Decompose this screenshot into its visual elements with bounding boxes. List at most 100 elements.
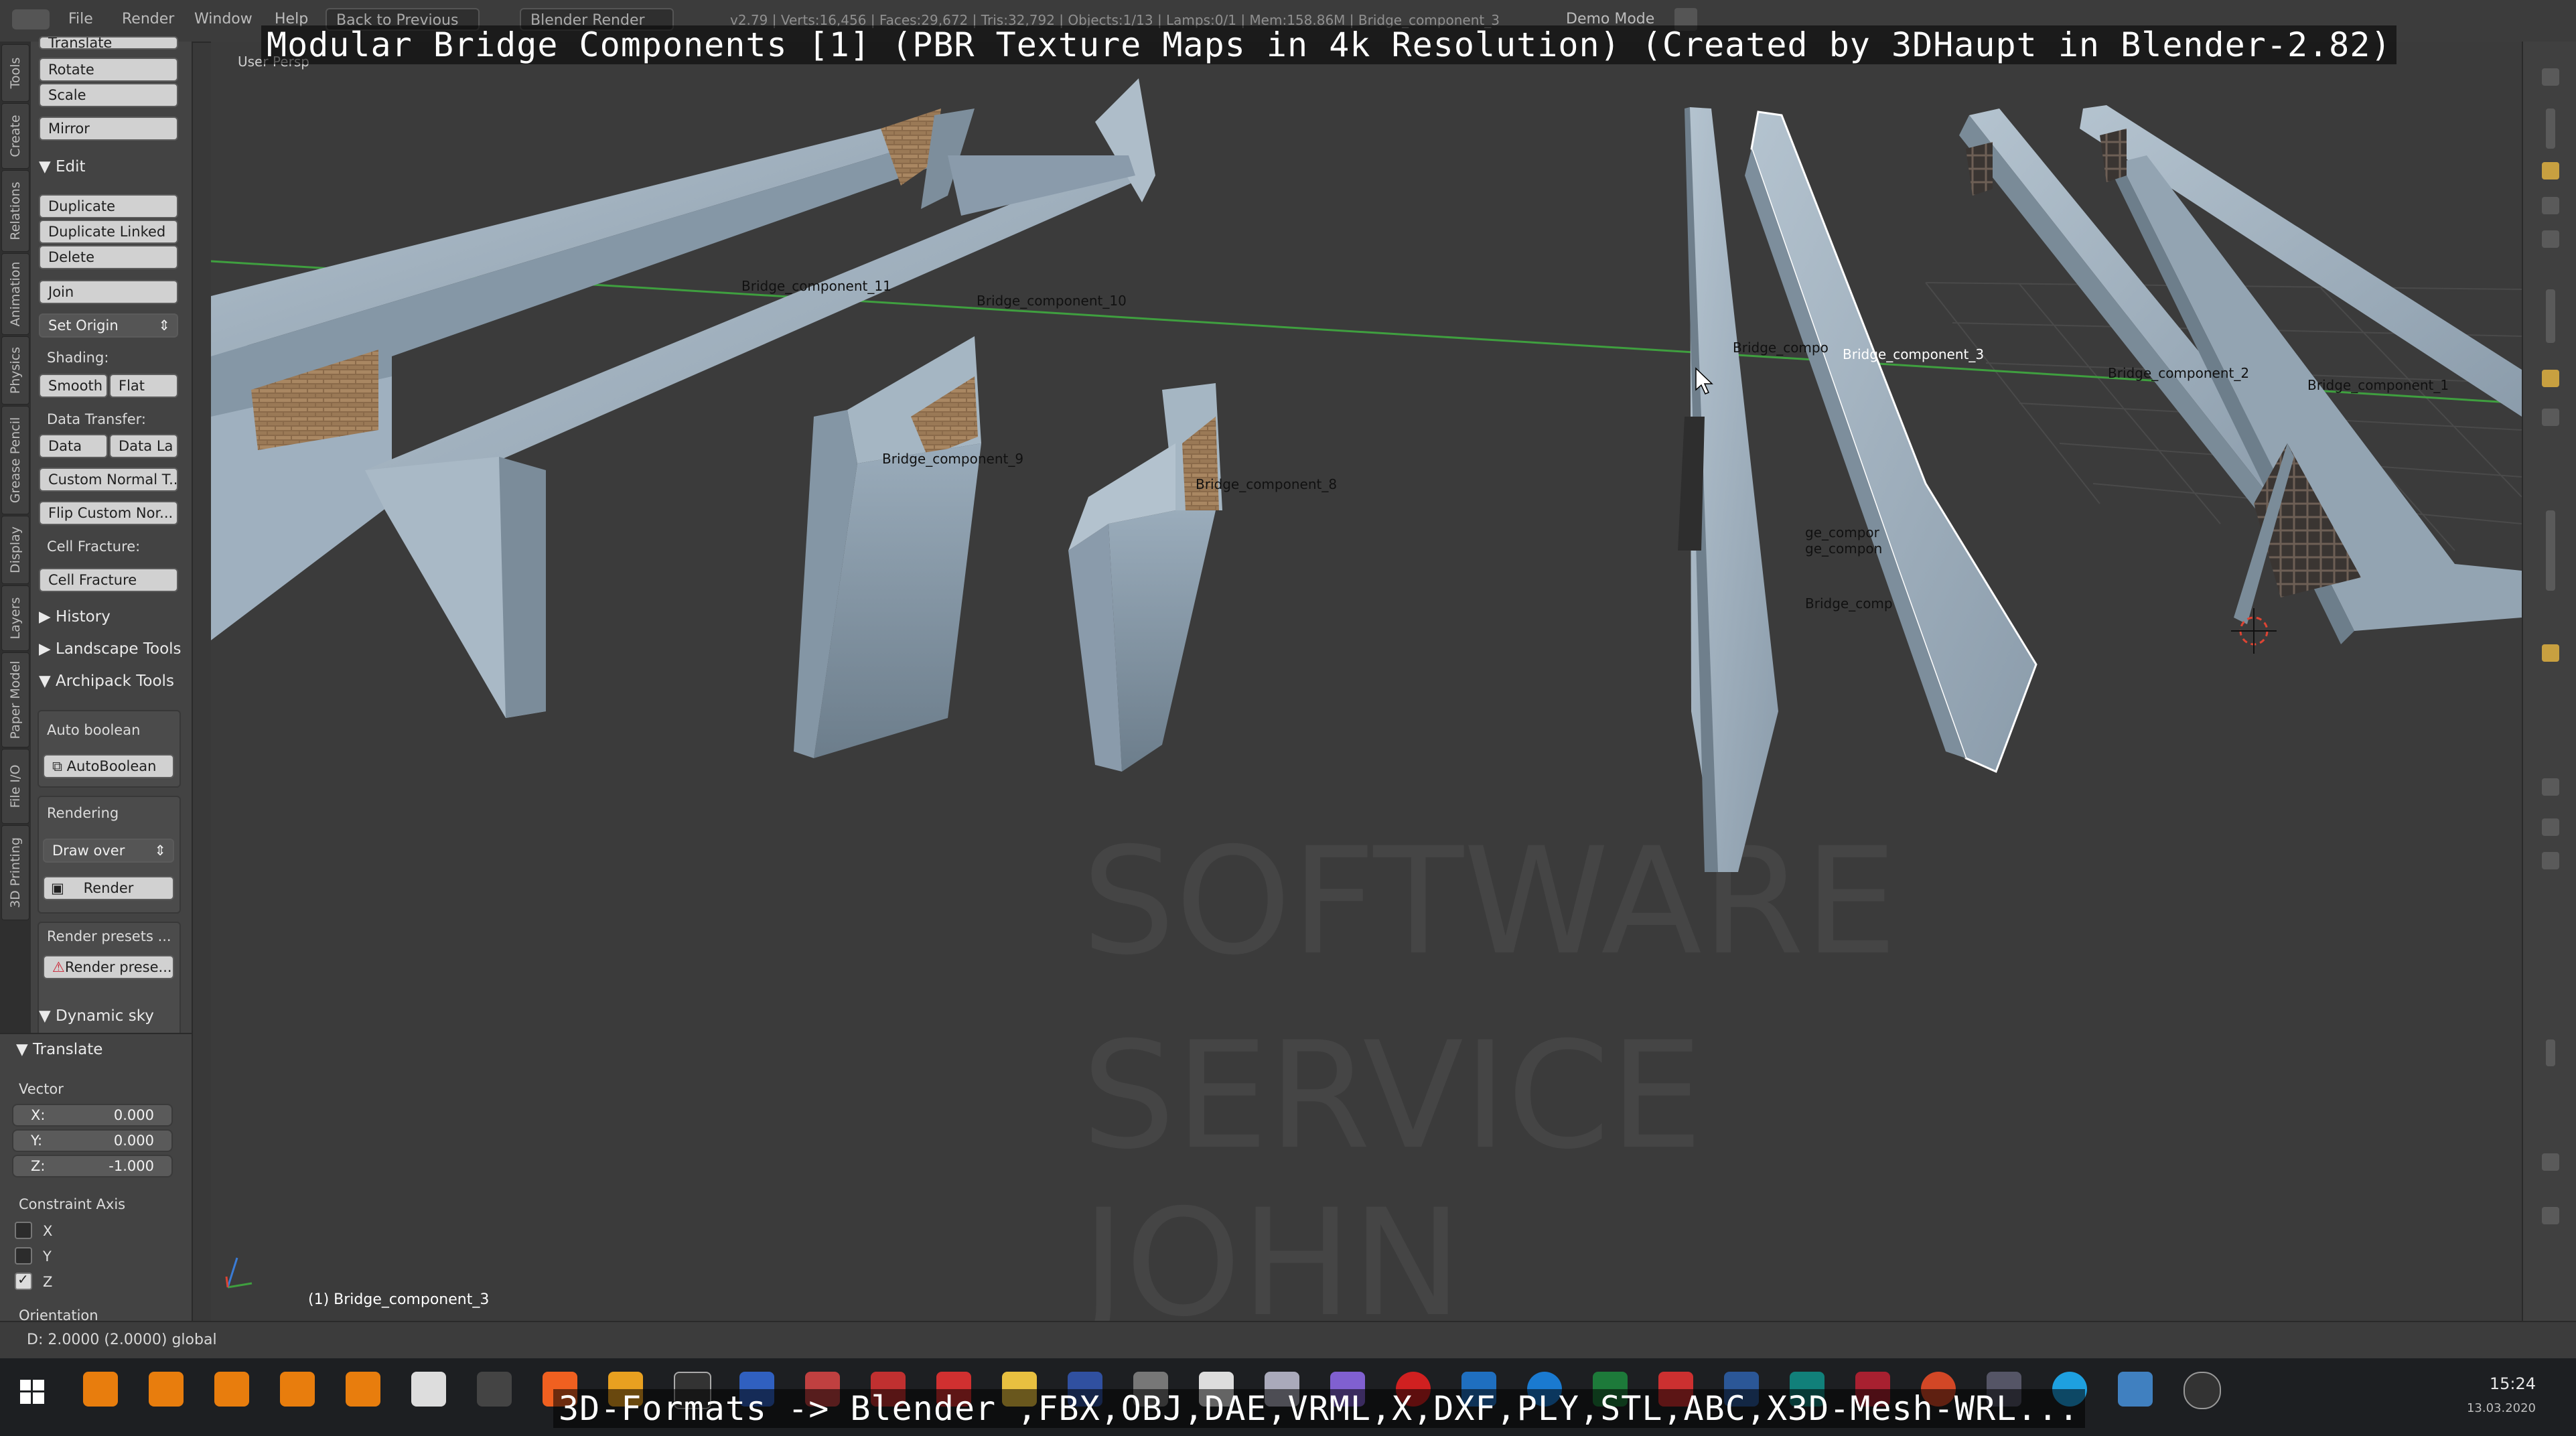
constraint-y-label: Y (43, 1248, 52, 1265)
dynamic-sky-header[interactable]: ▼ Dynamic sky (39, 1007, 154, 1025)
blender-app-icon[interactable] (83, 1372, 118, 1407)
data-button[interactable]: Data (39, 434, 108, 458)
app-icon-33[interactable] (2184, 1372, 2221, 1409)
constraint-axis-label: Constraint Axis (19, 1196, 126, 1212)
flat-button[interactable]: Flat (109, 374, 178, 398)
landscape-tools-header[interactable]: ▶ Landscape Tools (39, 640, 182, 658)
blender-app-icon-5[interactable] (346, 1372, 380, 1407)
object-icon[interactable] (2542, 162, 2559, 180)
video-footer-overlay: 3D-Formats -> Blender ,FBX,OBJ,DAE,VRML,… (553, 1389, 2085, 1428)
tab-physics[interactable]: Physics (1, 336, 29, 405)
world-icon[interactable] (2542, 778, 2559, 796)
scrollbar-handle-4[interactable] (2546, 1039, 2555, 1066)
label-bridge-component-3: Bridge_component_3 (1843, 346, 1984, 362)
editor-type-icon[interactable] (12, 9, 50, 29)
autoboolean-button[interactable]: ⧉ AutoBoolean (43, 754, 174, 778)
watermark: SOFTWARE SERVICE JOHN (1074, 816, 1898, 1321)
menu-file[interactable]: File (68, 11, 93, 27)
render-presets-label: Render presets ... (47, 928, 171, 944)
tab-paper-model[interactable]: Paper Model (1, 652, 29, 747)
scrollbar-handle-2[interactable] (2546, 289, 2555, 343)
tab-tools[interactable]: Tools (1, 44, 29, 102)
tab-layers[interactable]: Layers (1, 585, 29, 651)
scrollbar-handle[interactable] (2546, 109, 2555, 149)
cell-fracture-button[interactable]: Cell Fracture (39, 568, 178, 592)
constraint-y-checkbox[interactable] (15, 1247, 32, 1265)
app-icon-32[interactable] (2118, 1372, 2153, 1407)
move-view-icon[interactable] (2542, 1207, 2559, 1224)
3d-viewport[interactable]: SOFTWARE SERVICE JOHN Bridge_component_1… (211, 42, 2522, 1321)
tab-grease-pencil[interactable]: Grease Pencil (1, 406, 29, 514)
system-clock[interactable]: 15:24 13.03.2020 (2467, 1374, 2536, 1415)
render-button[interactable]: ▣ Render (43, 876, 174, 900)
mirror-button[interactable]: Mirror (39, 117, 178, 141)
render-presets-button[interactable]: ⚠Render prese... (43, 955, 174, 979)
label-bridge-component-1: Bridge_component_1 (2307, 377, 2449, 393)
label-bridge-component-11: Bridge_component_11 (741, 278, 891, 294)
join-button[interactable]: Join (39, 280, 178, 304)
right-navigation-bar (2522, 42, 2576, 1321)
history-panel-header[interactable]: ▶ History (39, 608, 111, 626)
lamp-icon[interactable] (2542, 370, 2559, 387)
scene-icon[interactable] (2542, 852, 2559, 869)
duplicate-button[interactable]: Duplicate (39, 194, 178, 218)
set-origin-select[interactable]: Set Origin ⇕ (39, 313, 178, 338)
tab-relations[interactable]: Relations (1, 170, 29, 252)
label-bridge-component-8: Bridge_component_8 (1196, 476, 1337, 492)
blender-app-icon-4[interactable] (280, 1372, 315, 1407)
tab-create[interactable]: Create (1, 103, 29, 169)
camera-icon: ▣ (51, 880, 64, 896)
duplicate-linked-button[interactable]: Duplicate Linked (39, 220, 178, 244)
bridge-component-8 (1068, 383, 1222, 772)
scale-button[interactable]: Scale (39, 83, 178, 107)
mesh-icon[interactable] (2542, 197, 2559, 214)
edit-panel-header[interactable]: ▼ Edit (39, 158, 86, 175)
operator-header[interactable]: ▼ Translate (16, 1041, 102, 1058)
constraint-x-checkbox[interactable] (15, 1222, 32, 1239)
custom-normal-button[interactable]: Custom Normal T... (39, 468, 178, 492)
clock-date: 13.03.2020 (2466, 1401, 2536, 1415)
blender-app-icon-2[interactable] (149, 1372, 184, 1407)
rotate-button[interactable]: Rotate (39, 58, 178, 82)
constraint-z-checkbox[interactable]: ✓ (15, 1271, 32, 1290)
translate-button[interactable]: Translate (39, 36, 178, 50)
delete-button[interactable]: Delete (39, 245, 178, 269)
menu-window[interactable]: Window (194, 11, 253, 27)
label-bridge-component-10: Bridge_component_10 (977, 293, 1127, 309)
tab-display[interactable]: Display (1, 516, 29, 584)
scrollbar-handle-3[interactable] (2546, 510, 2555, 591)
vector-x-field[interactable]: X: 0.000 (12, 1104, 173, 1127)
windows-start-icon[interactable] (20, 1380, 44, 1404)
collapse-icon[interactable] (2542, 68, 2559, 86)
app-icon-6[interactable] (411, 1372, 446, 1407)
blender-app-icon-3[interactable] (214, 1372, 249, 1407)
tab-animation[interactable]: Animation (1, 253, 29, 335)
bridge-component-9 (794, 336, 981, 758)
draw-over-select[interactable]: Draw over ⇕ (43, 839, 174, 863)
clock-time: 15:24 (2489, 1374, 2536, 1393)
warning-icon: ⚠ (52, 959, 65, 975)
modifier-icon[interactable] (2542, 230, 2559, 248)
vector-label: Vector (19, 1081, 64, 1097)
data-transfer-label: Data Transfer: (47, 411, 146, 427)
constraint-z-label: Z (43, 1274, 53, 1290)
svg-text:SOFTWARE: SOFTWARE (1082, 816, 1898, 987)
smooth-button[interactable]: Smooth (39, 374, 108, 398)
texture-icon[interactable] (2542, 644, 2559, 662)
data-layout-button[interactable]: Data La (109, 434, 178, 458)
menu-render[interactable]: Render (122, 11, 174, 27)
vector-z-field[interactable]: Z: -1.000 (12, 1155, 173, 1177)
vector-y-field[interactable]: Y: 0.000 (12, 1129, 173, 1152)
constraint-x-label: X (43, 1223, 53, 1239)
archipack-tools-header[interactable]: ▼ Archipack Tools (39, 672, 174, 690)
video-title-overlay: Modular Bridge Components [1] (PBR Textu… (261, 25, 2397, 64)
tab-file-io[interactable]: File I/O (1, 749, 29, 824)
render-icon[interactable] (2542, 818, 2559, 836)
active-object-label: (1) Bridge_component_3 (308, 1291, 490, 1308)
material-icon[interactable] (2542, 409, 2559, 426)
app-icon-7[interactable] (477, 1372, 512, 1407)
rendering-label: Rendering (47, 805, 119, 821)
tab-3d-printing[interactable]: 3D Printing (1, 825, 29, 920)
flip-custom-normals-button[interactable]: Flip Custom Nor... (39, 501, 178, 525)
grab-icon[interactable] (2542, 1153, 2559, 1171)
